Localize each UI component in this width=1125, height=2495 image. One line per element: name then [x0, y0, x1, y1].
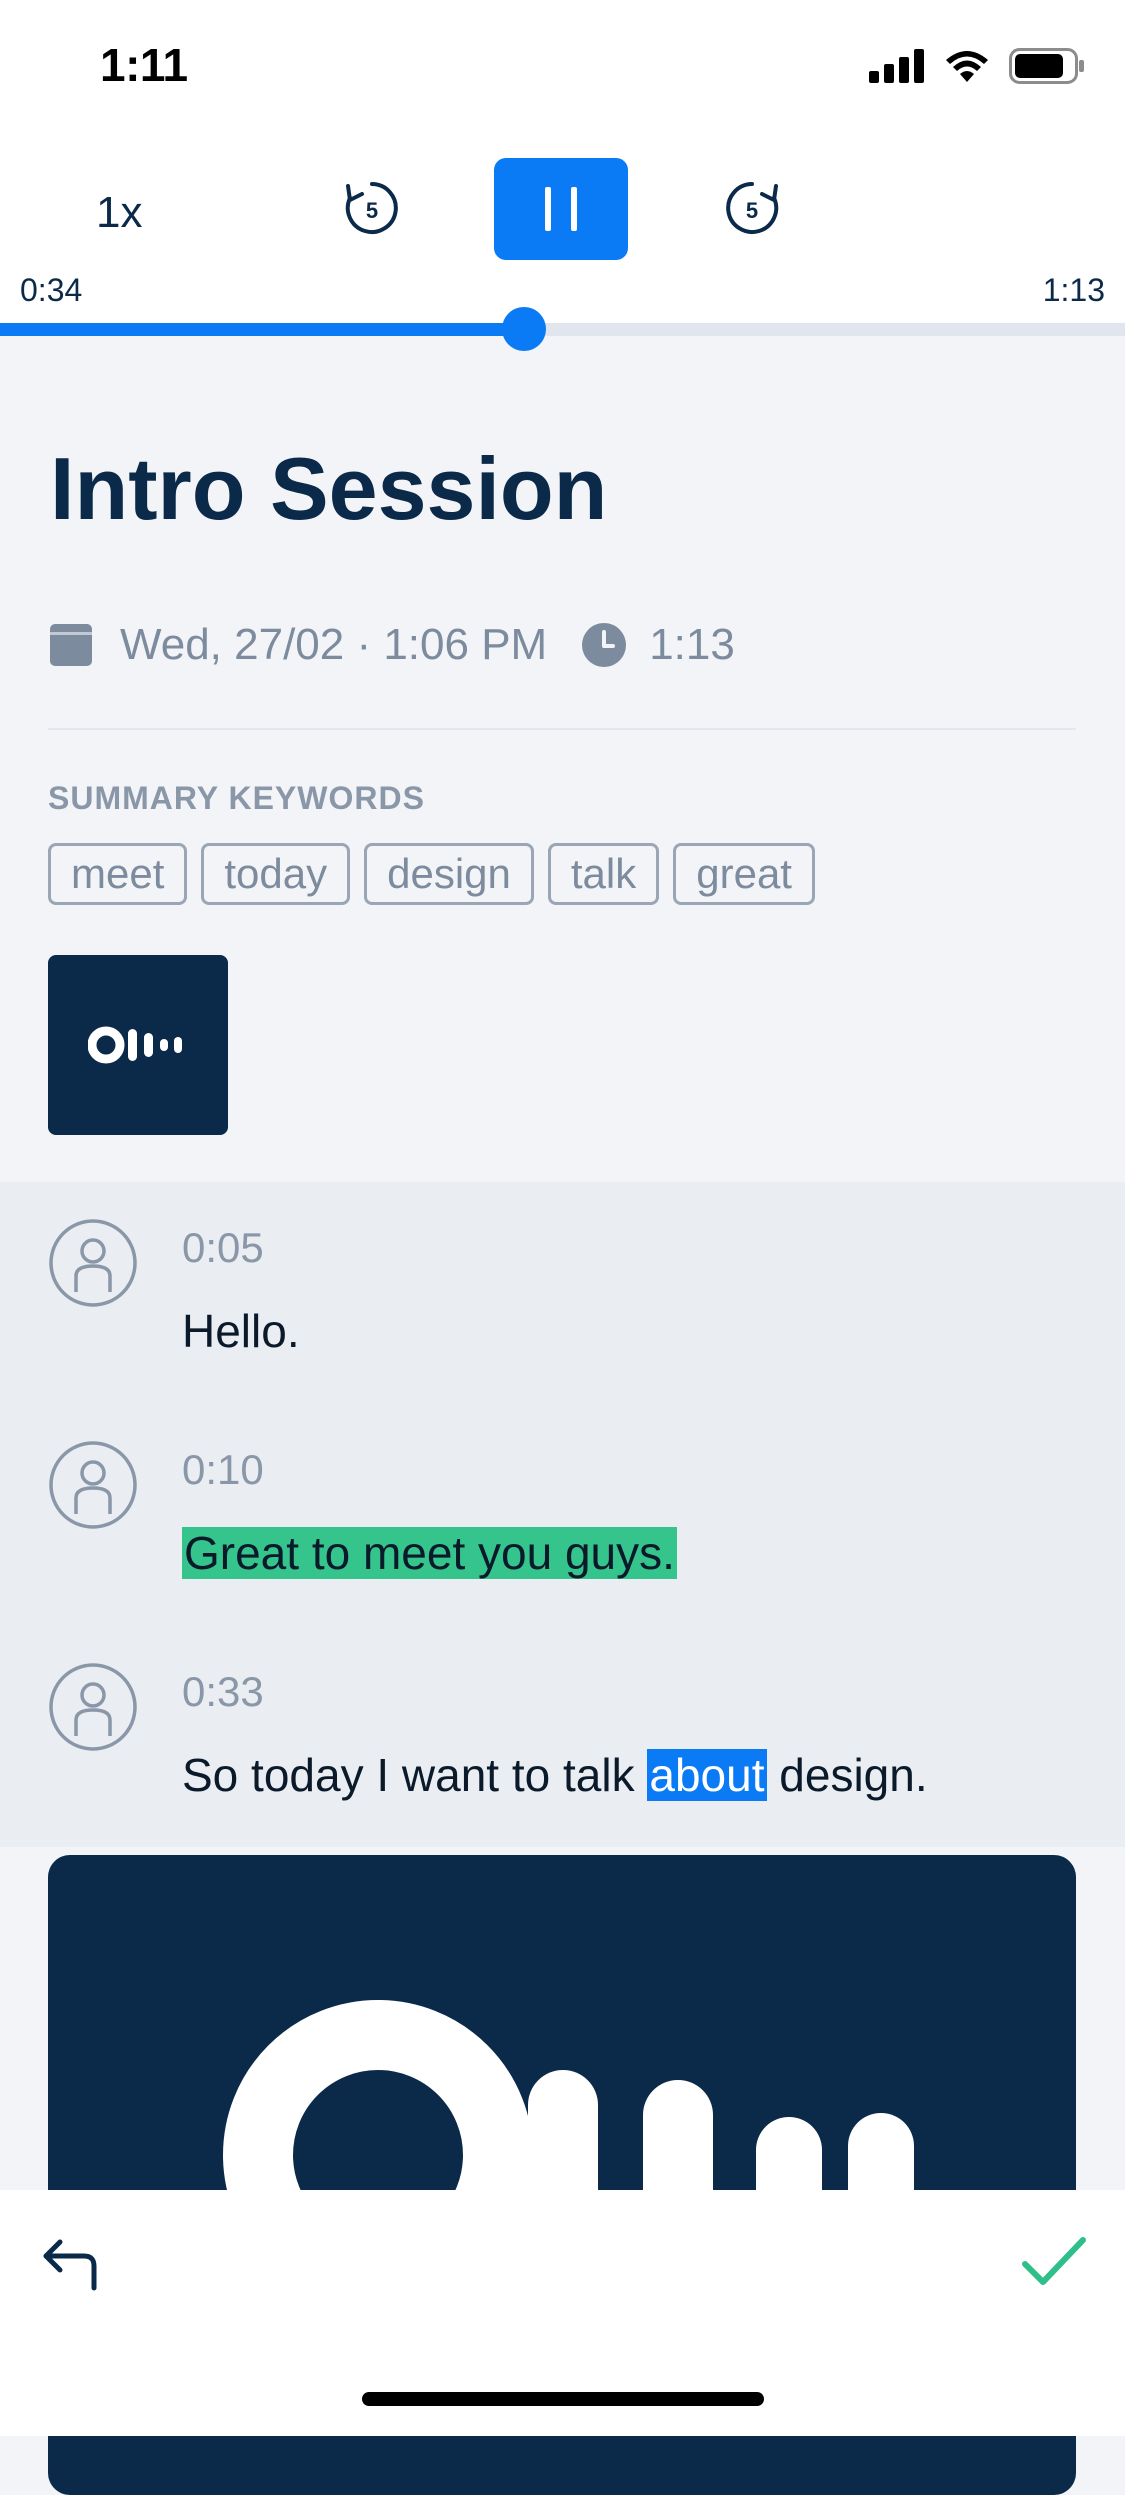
session-duration: 1:13: [649, 620, 735, 669]
session-date: Wed, 27/02 · 1:06 PM: [120, 620, 548, 669]
keyword-chips: meet today design talk great: [48, 843, 815, 905]
playback-speed-button[interactable]: 1x: [96, 188, 142, 238]
rewind-seconds-label: 5: [366, 198, 378, 223]
entry-text: So today I want to talk about design.: [182, 1748, 928, 1802]
home-indicator: [362, 2392, 764, 2406]
entry-text: Hello.: [182, 1305, 300, 1357]
pause-button[interactable]: [494, 158, 628, 260]
back-arrow-icon[interactable]: [40, 2230, 106, 2296]
forward-seconds-label: 5: [746, 198, 758, 223]
pause-icon: [545, 187, 577, 231]
status-time: 1:11: [100, 39, 188, 91]
otter-logo-icon: [88, 1026, 182, 1064]
session-meta: Wed, 27/02 · 1:06 PM 1:13: [48, 620, 735, 670]
entry-timestamp: 0:10: [182, 1446, 264, 1493]
progress-thumb[interactable]: [502, 307, 546, 351]
image-thumbnail[interactable]: [48, 955, 228, 1135]
keyword-chip[interactable]: design: [364, 843, 534, 905]
entry-timestamp: 0:05: [182, 1224, 264, 1271]
keyword-chip[interactable]: today: [201, 843, 351, 905]
divider: [48, 728, 1076, 730]
status-icons: [869, 48, 1085, 84]
forward-icon: 5: [726, 182, 779, 234]
current-time: 0:34: [20, 272, 83, 308]
current-word-highlight: about: [647, 1749, 767, 1801]
rewind-5-button[interactable]: 5: [340, 176, 404, 240]
speaker-avatar-icon: [49, 1441, 137, 1529]
status-bar: 1:11: [0, 0, 1125, 140]
keyword-chip[interactable]: meet: [48, 843, 188, 905]
calendar-icon: [50, 624, 92, 666]
entry-text-before: So today I want to talk: [182, 1749, 648, 1801]
session-title: Intro Session: [50, 439, 608, 538]
transcript-section: 0:05 Hello. 0:10 Great to meet you guys.…: [0, 1182, 1125, 1847]
clock-icon: [582, 623, 627, 667]
signal-icon: [869, 49, 924, 83]
forward-5-button[interactable]: 5: [720, 176, 784, 240]
player-controls: 1x 5 5 0:34 1:13: [0, 140, 1125, 325]
keyword-chip[interactable]: talk: [547, 843, 660, 905]
progress-fill: [0, 323, 524, 336]
speaker-avatar-icon: [49, 1663, 137, 1751]
entry-text-after: design.: [766, 1749, 928, 1801]
speaker-avatar-icon: [49, 1219, 137, 1307]
rewind-icon: 5: [345, 182, 398, 234]
entry-text-highlighted: Great to meet you guys.: [182, 1527, 677, 1579]
battery-icon: [1009, 48, 1084, 84]
wifi-icon: [946, 51, 988, 82]
summary-keywords-label: SUMMARY KEYWORDS: [48, 780, 425, 816]
keyword-chip[interactable]: great: [673, 843, 815, 905]
checkmark-icon[interactable]: [1019, 2232, 1089, 2292]
total-time: 1:13: [1042, 272, 1105, 308]
entry-timestamp: 0:33: [182, 1668, 264, 1715]
